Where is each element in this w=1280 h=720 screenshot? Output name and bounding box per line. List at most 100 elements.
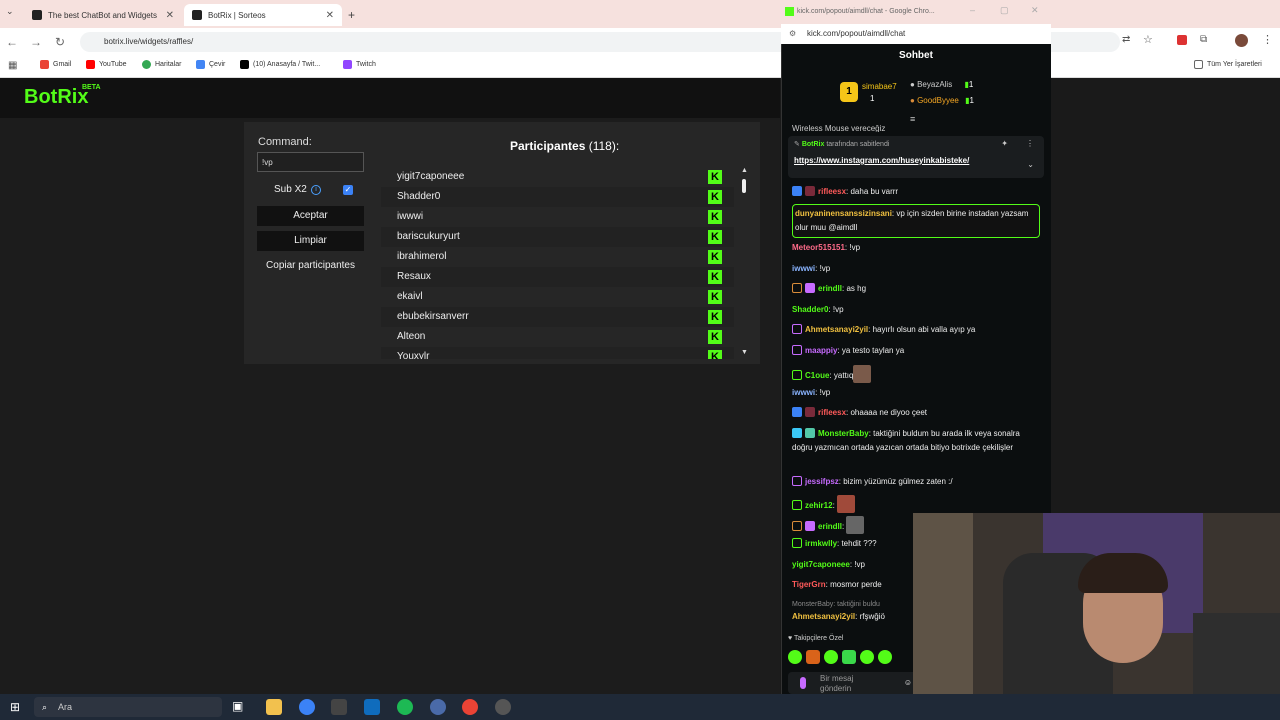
- more-icon[interactable]: ⋮: [1026, 139, 1034, 148]
- participant-name: Alteon: [397, 331, 426, 342]
- scrollbar-thumb[interactable]: [742, 179, 746, 193]
- list-item[interactable]: ibrahimerol K: [381, 247, 734, 267]
- emote-icon[interactable]: [824, 650, 838, 664]
- sub-x2-checkbox[interactable]: ✓: [343, 185, 353, 195]
- info-icon[interactable]: i: [311, 185, 321, 195]
- translate-icon[interactable]: ⇄: [1122, 34, 1130, 45]
- list-item[interactable]: iwwwi K: [381, 207, 734, 227]
- bookmark-gmail[interactable]: Gmail: [40, 60, 71, 69]
- back-icon[interactable]: ←: [0, 35, 24, 49]
- minimize-icon[interactable]: –: [970, 5, 975, 15]
- bookmark-youtube[interactable]: YouTube: [86, 60, 127, 69]
- task-view-icon[interactable]: ▣: [232, 699, 248, 715]
- bookmark-twitch[interactable]: Twitch: [343, 60, 376, 69]
- tab-botrix-raffles[interactable]: BotRix | Sorteos ✕: [184, 4, 342, 26]
- forward-icon[interactable]: →: [24, 35, 48, 49]
- webcam-overlay: [913, 513, 1280, 694]
- expand-leaderboard-icon[interactable]: ≡: [910, 114, 915, 124]
- chat-message: Ahmetsanayi2yil: rfşwğiö: [792, 612, 885, 621]
- obs-icon[interactable]: [495, 699, 511, 715]
- pin-icon[interactable]: ✦: [1001, 139, 1008, 148]
- tab-list-dropdown[interactable]: ⌄: [6, 6, 14, 17]
- avatar[interactable]: [1235, 34, 1248, 47]
- accept-button[interactable]: Aceptar: [257, 206, 364, 226]
- site-info-icon[interactable]: ⚙: [789, 24, 796, 44]
- leaderboard-second[interactable]: ● BeyazAlis ▮1: [910, 80, 973, 89]
- leaderboard-count: 1: [870, 94, 875, 103]
- emote-icon[interactable]: [860, 650, 874, 664]
- pinned-link[interactable]: https://www.instagram.com/huseyinkabiste…: [794, 156, 969, 165]
- translate-icon: [196, 60, 205, 69]
- bookmark-translate[interactable]: Çevir: [196, 60, 225, 69]
- clear-button[interactable]: Limpiar: [257, 231, 364, 251]
- list-item[interactable]: ebubekirsanverr K: [381, 307, 734, 327]
- chrome-icon[interactable]: [462, 699, 478, 715]
- list-item[interactable]: ekaivl K: [381, 287, 734, 307]
- chat-message: rifleesx: ohaaaa ne diyoo çeet: [792, 406, 1040, 420]
- close-icon[interactable]: ✕: [166, 10, 174, 21]
- copilot-icon[interactable]: [299, 699, 315, 715]
- bookmark-twitter[interactable]: (10) Anasayfa / Twit...: [240, 60, 320, 69]
- chevron-down-icon[interactable]: ⌄: [1027, 160, 1034, 169]
- participants-count: (118):: [588, 139, 620, 153]
- command-input[interactable]: [257, 152, 364, 172]
- leaderboard-name: GoodByyee: [917, 96, 959, 105]
- extension-icon[interactable]: [1177, 35, 1187, 45]
- emoji-icon[interactable]: ☺: [904, 678, 912, 688]
- emote-icon[interactable]: [788, 650, 802, 664]
- twitch-icon: [343, 60, 352, 69]
- tab-botrix-home[interactable]: The best ChatBot and Widgets ✕: [24, 4, 182, 26]
- bookmark-label: Gmail: [53, 61, 72, 68]
- chat-message: iwwwi: !vp: [792, 388, 831, 397]
- participants-scrollbar[interactable]: ▲ ▼: [740, 167, 748, 359]
- mic-icon[interactable]: [800, 677, 806, 689]
- puzzle-icon[interactable]: ⧉: [1200, 34, 1207, 45]
- list-item[interactable]: yigit7caponeee K: [381, 167, 734, 187]
- chat-message-highlighted: dunyaninensanssizinsani: vp için sizden …: [792, 204, 1040, 238]
- chat-message: jessifpsz: bizim yüzümüz gülmez zaten :/: [792, 475, 1040, 489]
- close-icon[interactable]: ✕: [1031, 5, 1039, 16]
- list-item[interactable]: Youxylr K: [381, 347, 734, 359]
- kick-icon: K: [708, 330, 722, 344]
- list-item[interactable]: Resaux K: [381, 267, 734, 287]
- list-item[interactable]: Alteon K: [381, 327, 734, 347]
- participants-title-label: Participantes: [510, 139, 586, 153]
- window-title-text: kick.com/popout/aimdll/chat - Google Chr…: [797, 8, 935, 15]
- all-bookmarks[interactable]: Tüm Yer İşaretleri: [1194, 60, 1262, 69]
- star-icon[interactable]: ☆: [1143, 33, 1153, 46]
- copy-participants-button[interactable]: Copiar participantes: [257, 256, 364, 276]
- participant-name: yigit7caponeee: [397, 171, 465, 182]
- emote-icon[interactable]: [806, 650, 820, 664]
- participant-name: Youxylr: [397, 351, 430, 359]
- emote-icon[interactable]: [842, 650, 856, 664]
- store-icon[interactable]: [331, 699, 347, 715]
- new-tab-button[interactable]: +: [348, 8, 355, 22]
- close-icon[interactable]: ✕: [326, 10, 334, 21]
- list-item[interactable]: bariscukuryurt K: [381, 227, 734, 247]
- list-item[interactable]: Shadder0 K: [381, 187, 734, 207]
- outlook-icon[interactable]: [364, 699, 380, 715]
- reload-icon[interactable]: ↻: [48, 35, 72, 49]
- menu-icon[interactable]: ⋮: [1262, 33, 1273, 46]
- pin-icon: ✎: [794, 141, 800, 148]
- windows-start-icon[interactable]: ⊞: [10, 700, 20, 714]
- file-explorer-icon[interactable]: [266, 699, 282, 715]
- leaderboard-third[interactable]: ● GoodByyee ▮1: [910, 96, 974, 105]
- spotify-icon[interactable]: [397, 699, 413, 715]
- botrix-logo[interactable]: BotRix: [24, 86, 88, 109]
- bookmark-maps[interactable]: Haritalar: [142, 60, 181, 69]
- participant-name: Shadder0: [397, 191, 441, 202]
- chat-message: iwwwi: !vp: [792, 264, 831, 273]
- emote-icon[interactable]: [878, 650, 892, 664]
- app-icon[interactable]: [430, 699, 446, 715]
- scroll-down-icon[interactable]: ▼: [741, 349, 748, 356]
- botrix-header: [0, 78, 780, 118]
- maps-icon: [142, 60, 151, 69]
- taskbar-search[interactable]: ⌕ Ara: [34, 697, 222, 717]
- scroll-up-icon[interactable]: ▲: [741, 167, 748, 174]
- pinned-message[interactable]: ✎ BotRix tarafından sabitlendi https://w…: [788, 136, 1044, 178]
- apps-grid-icon[interactable]: ▦: [8, 60, 17, 71]
- sub-x2-label: Sub X2: [274, 184, 307, 195]
- maximize-icon[interactable]: ▢: [1000, 5, 1009, 16]
- gmail-icon: [40, 60, 49, 69]
